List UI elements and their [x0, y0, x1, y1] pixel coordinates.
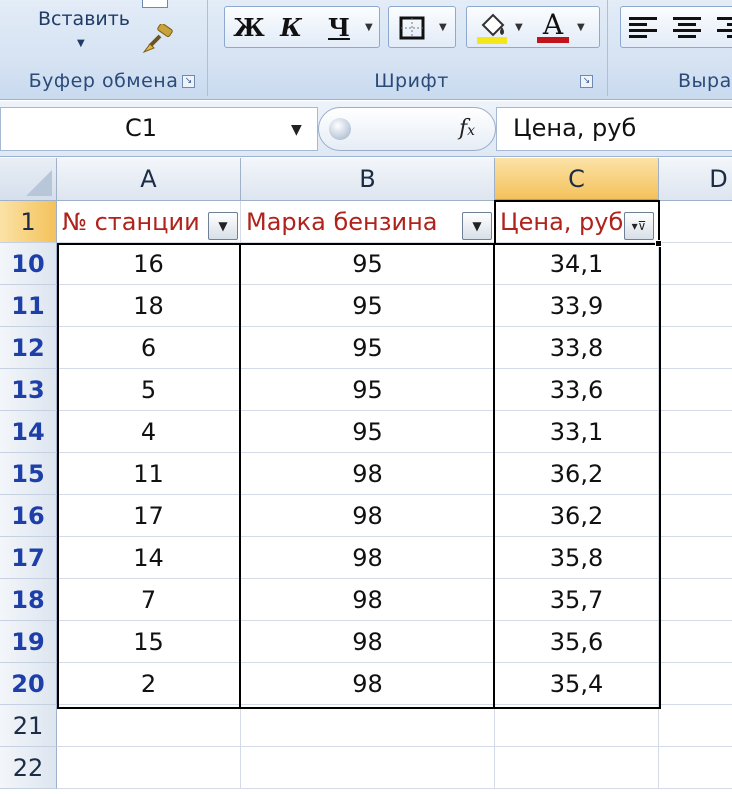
select-all-icon [26, 170, 52, 196]
cell-d[interactable] [659, 411, 732, 453]
italic-button[interactable]: К [273, 11, 309, 45]
font-color-dropdown-icon[interactable]: ▼ [577, 22, 585, 33]
cell-d[interactable] [659, 537, 732, 579]
bold-button[interactable]: Ж [231, 11, 267, 45]
empty-cell[interactable] [57, 705, 241, 747]
font-style-buttons: Ж К Ч ▼ [224, 6, 380, 48]
align-right-icon[interactable] [717, 17, 732, 39]
cell-d[interactable] [659, 453, 732, 495]
formula-text: Цена, руб [513, 114, 637, 142]
font-color-swatch [537, 37, 569, 43]
name-box-dropdown-icon[interactable]: ▼ [291, 122, 302, 138]
underline-button[interactable]: Ч [321, 11, 357, 45]
header-cell-fuel-grade[interactable]: Марка бензина [241, 201, 495, 243]
empty-cell[interactable] [495, 705, 659, 747]
table-outline [57, 243, 661, 709]
empty-cell[interactable] [241, 747, 495, 789]
name-box-value: C1 [124, 114, 158, 142]
cell-d[interactable] [659, 621, 732, 663]
clipboard-group-label: Буфер обмена [28, 70, 179, 92]
row-header[interactable]: 12 [0, 327, 57, 369]
font-launcher-icon[interactable]: ↘ [580, 75, 593, 88]
column-separator [239, 243, 241, 709]
row-header-1[interactable]: 1 [0, 201, 57, 243]
fill-handle[interactable] [655, 240, 662, 247]
cell-d[interactable] [659, 243, 732, 285]
row-header[interactable]: 21 [0, 705, 57, 747]
row-header[interactable]: 19 [0, 621, 57, 663]
align-center-icon[interactable] [673, 17, 701, 39]
cell-d[interactable] [659, 285, 732, 327]
formula-bar: C1 ▼ fx Цена, руб [0, 101, 732, 157]
align-left-icon[interactable] [629, 17, 657, 39]
select-all-button[interactable] [0, 158, 57, 201]
column-header-b[interactable]: B [241, 158, 495, 201]
copy-icon[interactable] [142, 0, 168, 8]
row-header[interactable]: 14 [0, 411, 57, 453]
clipboard-launcher-icon[interactable]: ↘ [182, 75, 195, 88]
name-box[interactable]: C1 ▼ [0, 107, 318, 151]
paste-button[interactable]: Вставить [38, 8, 130, 30]
row-header[interactable]: 10 [0, 243, 57, 285]
fill-color-dropdown-icon[interactable]: ▼ [515, 22, 523, 33]
column-header-d[interactable]: D [659, 158, 732, 201]
row-header[interactable]: 18 [0, 579, 57, 621]
formula-input[interactable]: Цена, руб [496, 107, 732, 151]
empty-cell[interactable] [659, 747, 732, 789]
empty-cell[interactable] [495, 747, 659, 789]
empty-cell[interactable] [57, 747, 241, 789]
cell-d[interactable] [659, 663, 732, 705]
borders-dropdown-icon[interactable]: ▼ [439, 22, 447, 33]
cell-d[interactable] [659, 369, 732, 411]
insert-function-button[interactable]: fx [459, 116, 475, 141]
splitter-handle-icon[interactable] [329, 118, 351, 140]
font-group-label: Шрифт [374, 70, 449, 92]
paste-dropdown-icon[interactable]: ▼ [77, 38, 85, 49]
header-cell-fuel-grade-text: Марка бензина [246, 208, 438, 236]
alignment-buttons [620, 6, 732, 48]
row-header[interactable]: 13 [0, 369, 57, 411]
header-cell-station-text: № станции [62, 208, 200, 236]
borders-icon [399, 16, 425, 40]
row-header[interactable]: 20 [0, 663, 57, 705]
row-header[interactable]: 16 [0, 495, 57, 537]
filter-dropdown-icon[interactable]: ▼ [208, 212, 238, 240]
column-header-a[interactable]: A [57, 158, 241, 201]
underline-dropdown-icon[interactable]: ▼ [365, 22, 373, 33]
row-header[interactable]: 22 [0, 747, 57, 789]
filter-dropdown-icon[interactable]: ▼ [462, 212, 492, 240]
fill-color-icon[interactable] [475, 11, 509, 45]
ribbon: Вставить ▼ Буфер обмена ↘ Ж К Ч ▼ ▼ ▼ А … [0, 0, 732, 100]
column-separator [493, 243, 495, 709]
color-buttons: ▼ А ▼ [466, 6, 600, 48]
cell-d[interactable] [659, 579, 732, 621]
clipboard-group: Вставить ▼ Буфер обмена ↘ [0, 0, 208, 96]
cell-d[interactable] [659, 327, 732, 369]
font-group: Ж К Ч ▼ ▼ ▼ А ▼ Шрифт ↘ [216, 0, 608, 96]
active-cell-outline [494, 200, 660, 245]
row-header[interactable]: 11 [0, 285, 57, 327]
alignment-group-label: Выра [678, 70, 732, 92]
row-header[interactable]: 17 [0, 537, 57, 579]
formula-controls: fx [318, 107, 496, 151]
cell-d1[interactable] [659, 201, 732, 243]
row-header[interactable]: 15 [0, 453, 57, 495]
alignment-group: Выра [614, 0, 732, 96]
empty-cell[interactable] [241, 705, 495, 747]
cell-d[interactable] [659, 495, 732, 537]
format-painter-icon[interactable] [142, 24, 176, 54]
column-header-c[interactable]: C [495, 158, 659, 201]
borders-button[interactable]: ▼ [388, 6, 456, 48]
empty-cell[interactable] [659, 705, 732, 747]
worksheet-grid: A B C D 1 № станции ▼ Марка бензина ▼ Це… [0, 158, 732, 794]
